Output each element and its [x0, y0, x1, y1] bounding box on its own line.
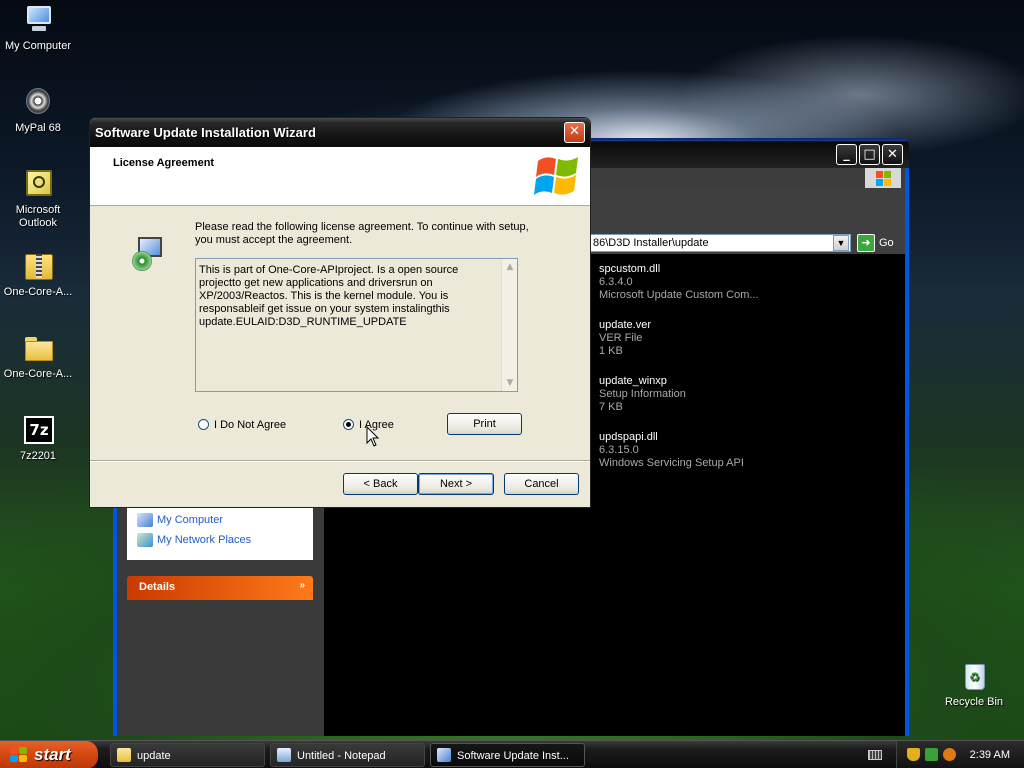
radio-circle[interactable]: [198, 419, 209, 430]
windows-logo-icon: [534, 151, 582, 199]
taskbar-button-notepad[interactable]: Untitled - Notepad: [270, 743, 425, 767]
file-meta: VER File: [599, 332, 643, 344]
scroll-down-icon[interactable]: ▼: [503, 376, 517, 390]
keyboard-layout-icon[interactable]: [868, 750, 882, 760]
setup-wizard-dialog[interactable]: Software Update Installation Wizard ✕ Li…: [89, 117, 591, 508]
clock[interactable]: 2:39 AM: [970, 741, 1010, 768]
address-input[interactable]: 86\D3D Installer\update: [589, 234, 851, 252]
file-meta: 6.3.4.0: [599, 276, 633, 288]
file-item[interactable]: spcustom.dll 6.3.4.0 Microsoft Update Cu…: [599, 263, 899, 302]
notepad-icon: [277, 748, 291, 762]
desktop-icon-label: My Computer: [4, 40, 72, 52]
file-meta: Microsoft Update Custom Com...: [599, 289, 759, 301]
system-tray: 2:39 AM: [896, 741, 1024, 768]
other-places-panel: My Computer My Network Places: [127, 508, 313, 560]
file-item[interactable]: updspapi.dll 6.3.15.0 Windows Servicing …: [599, 431, 899, 470]
wizard-titlebar[interactable]: Software Update Installation Wizard ✕: [90, 118, 590, 147]
windows-logo-icon: [865, 168, 901, 190]
radio-do-not-agree[interactable]: I Do Not Agree: [198, 418, 286, 434]
desktop-icon-zip-folder[interactable]: One-Core-A...: [0, 250, 76, 299]
folder-icon: [117, 748, 131, 762]
wizard-header: License Agreement: [90, 147, 590, 206]
computer-icon: [21, 4, 55, 36]
desktop-icon-label: One-Core-A...: [3, 368, 73, 380]
license-textbox[interactable]: This is part of One-Core-APIproject. Is …: [195, 258, 518, 392]
desktop-icon-mypal[interactable]: MyPal 68: [0, 86, 76, 135]
license-text: This is part of One-Core-APIproject. Is …: [199, 264, 459, 328]
place-link-network[interactable]: My Network Places: [137, 532, 313, 552]
file-name: update.ver: [599, 319, 651, 331]
network-places-icon: [137, 533, 153, 548]
page-title: License Agreement: [113, 157, 215, 169]
file-meta: 1 KB: [599, 345, 623, 357]
search-icon[interactable]: [943, 748, 956, 761]
desktop-icon-label: 7z2201: [19, 450, 57, 462]
wizard-title: Software Update Installation Wizard: [95, 125, 316, 140]
address-dropdown-button[interactable]: ▼: [833, 235, 849, 251]
mypal-icon: [21, 86, 55, 118]
wizard-separator: [90, 460, 590, 462]
details-panel-header[interactable]: Details »: [127, 576, 313, 600]
taskbar-button-update[interactable]: update: [110, 743, 265, 767]
file-name: updspapi.dll: [599, 431, 658, 443]
go-arrow-icon: ➜: [857, 234, 875, 252]
taskbar: start update Untitled - Notepad Software…: [0, 740, 1024, 768]
start-button[interactable]: start: [0, 741, 98, 768]
taskbar-button-wizard[interactable]: Software Update Inst...: [430, 743, 585, 767]
file-name: update_winxp: [599, 375, 667, 387]
security-shield-icon[interactable]: [907, 748, 920, 761]
desktop-icon-my-computer[interactable]: My Computer: [0, 4, 76, 53]
7zip-icon: 7z: [21, 414, 55, 446]
desktop-icon-label: Microsoft Outlook: [15, 204, 61, 229]
setup-icon: [437, 748, 451, 762]
scroll-up-icon[interactable]: ▲: [503, 260, 517, 274]
next-button[interactable]: Next >: [418, 473, 494, 495]
close-button[interactable]: ✕: [564, 122, 585, 143]
computer-icon: [137, 513, 153, 528]
start-label: start: [34, 745, 71, 764]
desktop-icon-label: One-Core-A...: [3, 286, 73, 298]
mouse-cursor-icon: [366, 426, 380, 447]
file-meta: Windows Servicing Setup API: [599, 457, 744, 469]
place-link-my-computer[interactable]: My Computer: [137, 512, 313, 532]
desktop-icon-label: MyPal 68: [15, 122, 61, 134]
close-button[interactable]: ✕: [882, 144, 903, 165]
task-label: update: [137, 750, 171, 762]
minimize-button[interactable]: _: [836, 144, 857, 165]
windows-flag-icon: [10, 747, 28, 763]
radio-label: I Do Not Agree: [214, 419, 287, 431]
print-button[interactable]: Print: [447, 413, 522, 435]
details-label: Details: [139, 581, 176, 593]
radio-circle-selected[interactable]: [343, 419, 354, 430]
back-button[interactable]: < Back: [343, 473, 418, 495]
recycle-bin-icon: ♻: [957, 660, 991, 692]
chevron-down-icon[interactable]: »: [299, 580, 305, 591]
file-meta: Setup Information: [599, 388, 686, 400]
cancel-button[interactable]: Cancel: [504, 473, 579, 495]
outlook-icon: [21, 168, 55, 200]
maximize-button[interactable]: □: [859, 144, 880, 165]
desktop-icon-recycle-bin[interactable]: ♻ Recycle Bin: [936, 660, 1012, 709]
desktop-icon-label: Recycle Bin: [944, 696, 1004, 708]
desktop-icon-folder[interactable]: One-Core-A...: [0, 332, 76, 381]
zip-folder-icon: [21, 250, 55, 282]
task-label: Untitled - Notepad: [297, 750, 386, 762]
instructions-text: Please read the following license agreem…: [195, 221, 529, 246]
place-label: My Network Places: [157, 534, 252, 546]
file-item[interactable]: update_winxp Setup Information 7 KB: [599, 375, 899, 414]
task-label: Software Update Inst...: [457, 750, 569, 762]
file-meta: 6.3.15.0: [599, 444, 639, 456]
desktop-icon-outlook[interactable]: Microsoft Outlook: [0, 168, 76, 230]
folder-icon: [21, 332, 55, 364]
go-label: Go: [879, 237, 894, 249]
file-item[interactable]: update.ver VER File 1 KB: [599, 319, 899, 358]
network-icon[interactable]: [925, 748, 938, 761]
desktop-icon-7zip[interactable]: 7z 7z2201: [0, 414, 76, 463]
go-button[interactable]: ➜ Go: [857, 234, 894, 252]
license-scrollbar[interactable]: ▲ ▼: [501, 259, 517, 391]
place-label: My Computer: [157, 514, 224, 526]
file-name: spcustom.dll: [599, 263, 661, 275]
file-meta: 7 KB: [599, 401, 623, 413]
setup-icon: [132, 237, 166, 273]
